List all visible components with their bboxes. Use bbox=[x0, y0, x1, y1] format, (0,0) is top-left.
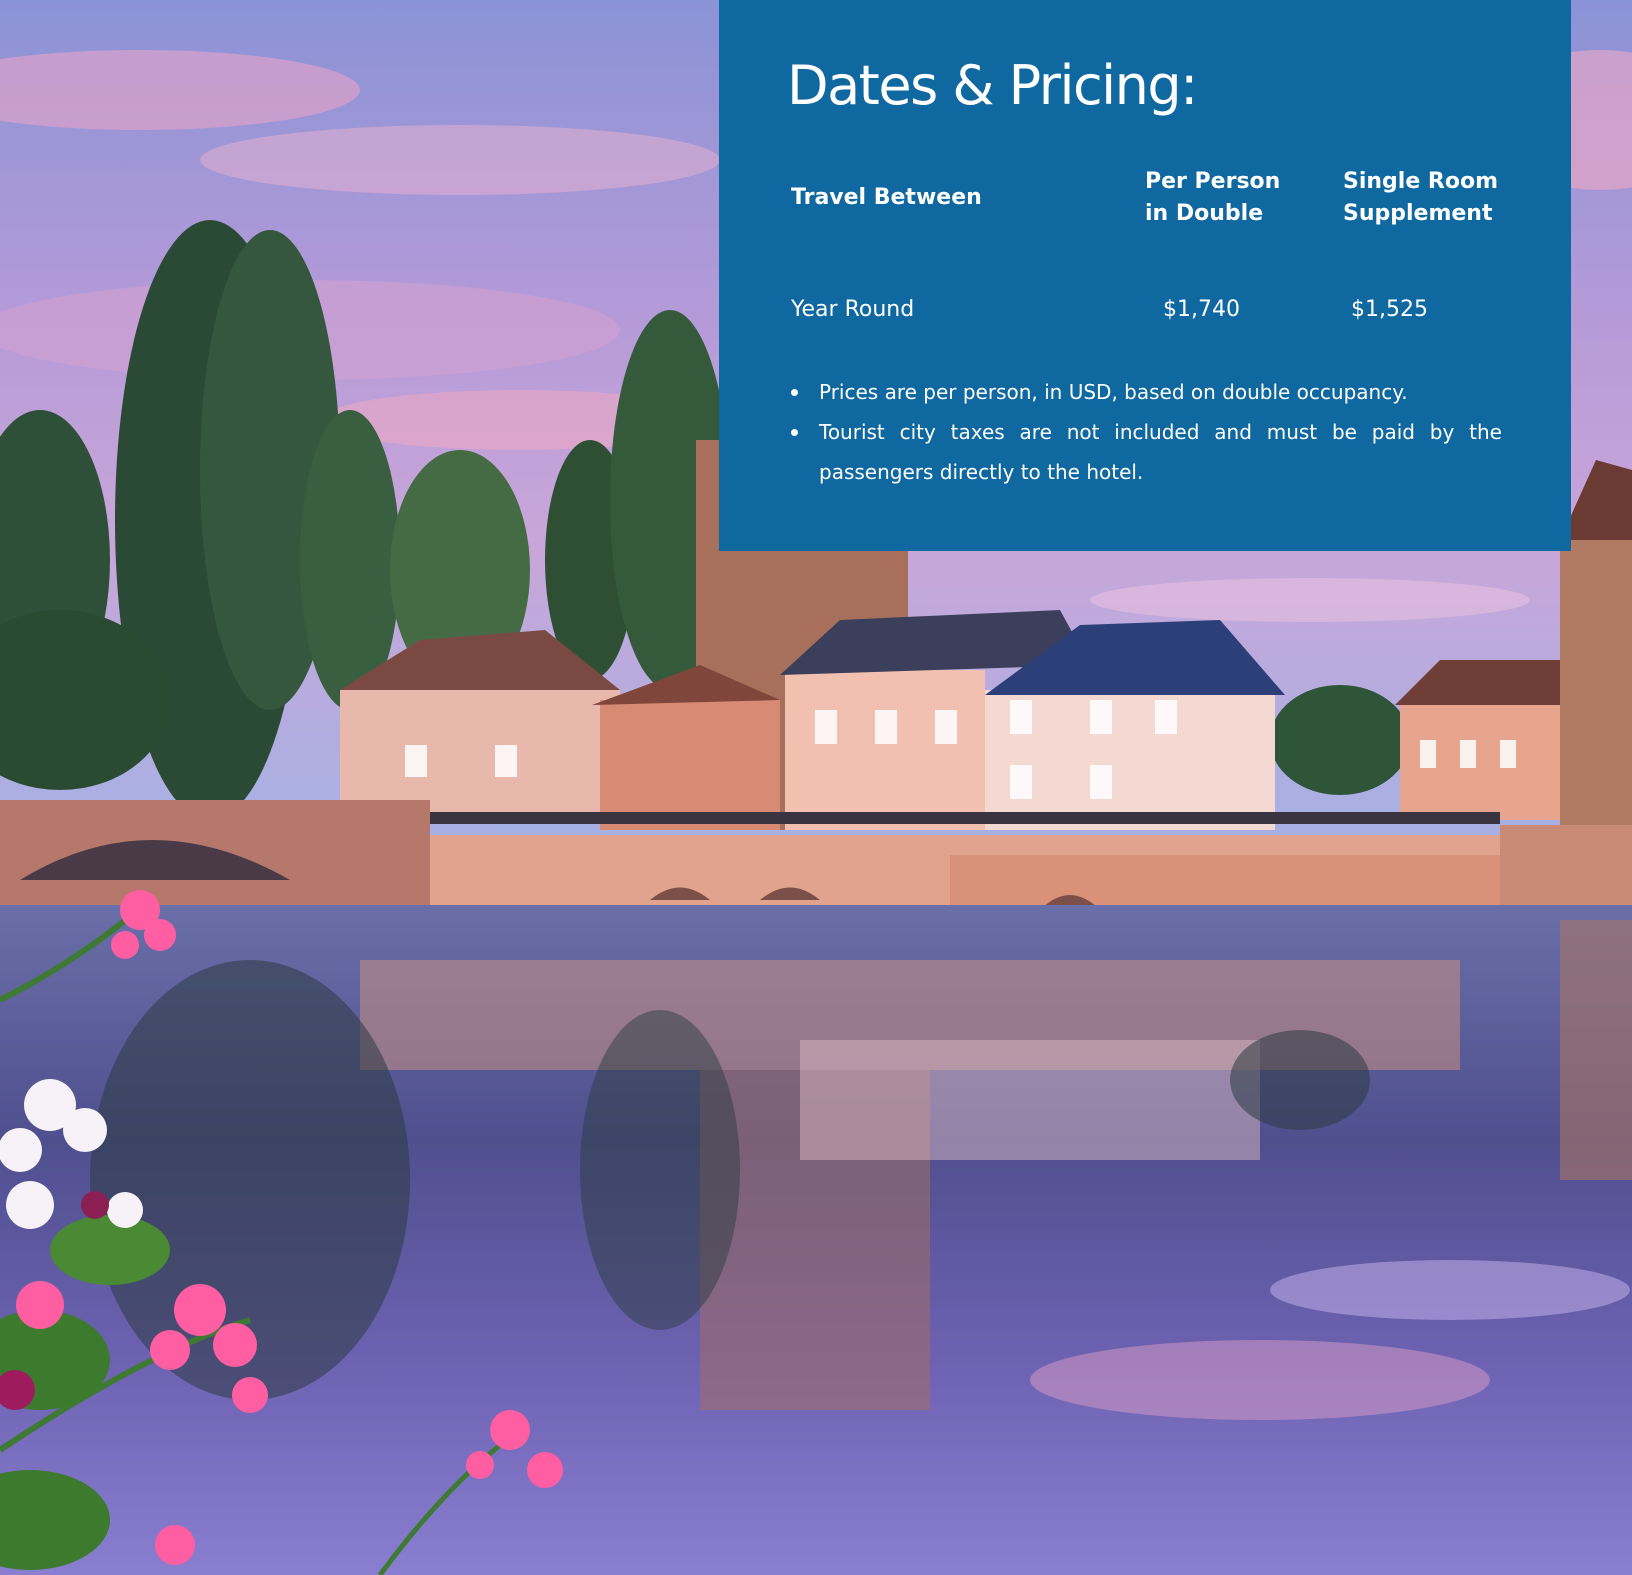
table-cell-per-person-double: $1,740 bbox=[1163, 297, 1240, 322]
pricing-table: Travel Between Per Person in Double Sing… bbox=[787, 166, 1503, 346]
list-item: Tourist city taxes are not included and … bbox=[791, 412, 1502, 492]
column-header-single-supplement: Single Room Supplement bbox=[1343, 169, 1499, 226]
note-text: Prices are per person, in USD, based on … bbox=[819, 380, 1408, 404]
note-text: Tourist city taxes are not included and … bbox=[819, 420, 1502, 484]
table-cell-single-supplement: $1,525 bbox=[1351, 297, 1428, 322]
panel-title: Dates & Pricing: bbox=[787, 54, 1198, 117]
column-header-per-person-double: Per Person in Double bbox=[1145, 169, 1281, 226]
bullet-icon bbox=[791, 389, 798, 396]
table-cell-period: Year Round bbox=[791, 297, 915, 322]
list-item: Prices are per person, in USD, based on … bbox=[791, 372, 1502, 412]
bullet-icon bbox=[791, 429, 798, 436]
column-header-travel-between: Travel Between bbox=[791, 185, 982, 210]
pricing-notes: Prices are per person, in USD, based on … bbox=[787, 372, 1502, 492]
pricing-panel: Dates & Pricing: Travel Between Per Pers… bbox=[719, 0, 1571, 551]
